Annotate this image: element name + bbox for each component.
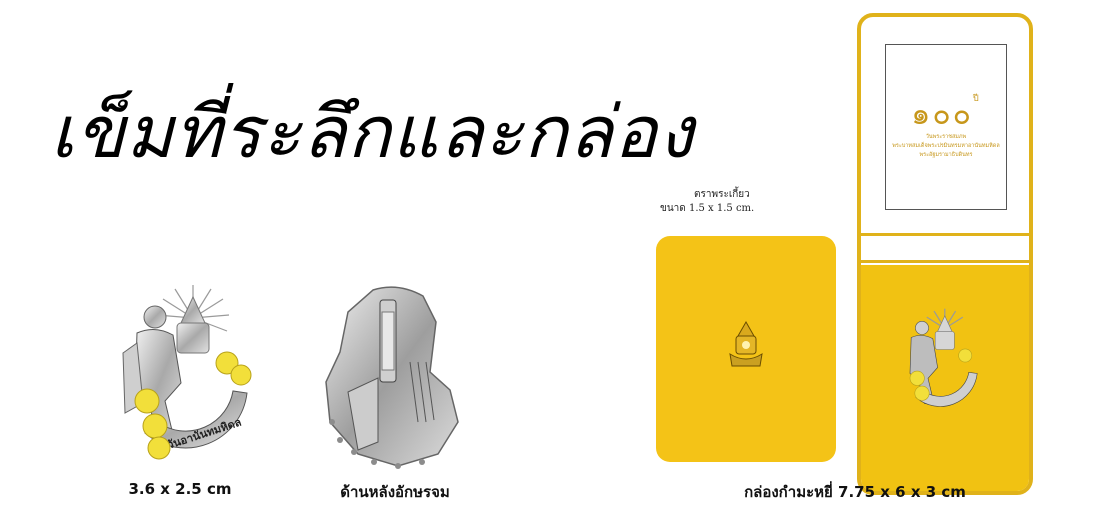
lid-text: วันพระราชสมภพ พระบาทสมเด็จพระปรมินทรมหาอ…	[892, 134, 1000, 158]
badge-back-image	[325, 286, 459, 469]
box-lid-panel: ๑๐๐ปี วันพระราชสมภพ พระบาทสมเด็จพระปรมิน…	[885, 44, 1007, 210]
page-title: เข็มที่ระลึกและกล่อง	[50, 90, 695, 174]
box-hinge	[861, 233, 1029, 263]
seal-size-label: ตราพระเกี้ยว ขนาด 1.5 x 1.5 cm.	[660, 188, 790, 216]
badge-back-caption: ด้านหลังอักษรจม	[340, 483, 450, 501]
badge-front-caption: 3.6 x 2.5 cm	[128, 480, 232, 498]
seal-label-size: ขนาด 1.5 x 1.5 cm.	[660, 203, 755, 214]
box-badge-image	[909, 308, 978, 407]
box-caption: กล่องกำมะหยี่ 7.75 x 6 x 3 cm	[744, 483, 966, 501]
seal-pin-icon	[729, 320, 763, 367]
badge-front-image: วันอานันทมหิดล	[122, 285, 252, 460]
seal-label-title: ตราพระเกี้ยว	[694, 189, 750, 200]
lid-numeral: ๑๐๐ปี	[911, 94, 981, 132]
